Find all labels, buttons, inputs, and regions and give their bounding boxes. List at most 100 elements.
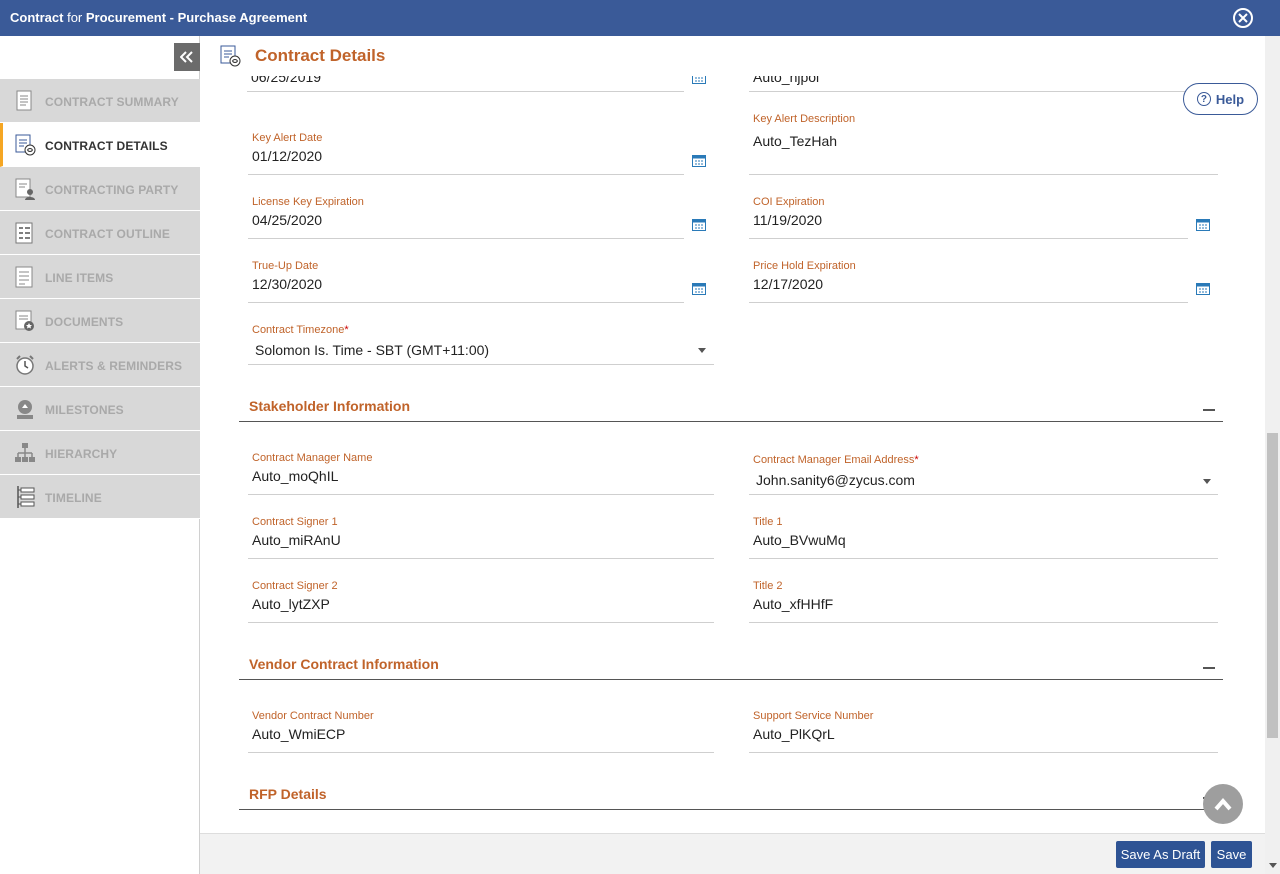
title-contract: Contract <box>10 10 64 25</box>
sidebar-item-milestones[interactable]: MILESTONES <box>0 387 200 431</box>
field-label: Title 1 <box>753 516 783 528</box>
field-underline <box>248 174 684 175</box>
contract-details-icon <box>220 45 241 67</box>
scroll-down-icon[interactable] <box>1269 863 1277 868</box>
document-icon <box>16 90 32 111</box>
field-value: Auto_xfHHfF <box>753 596 834 612</box>
person-document-icon <box>15 178 35 200</box>
contract-signer-2-field[interactable]: Contract Signer 2 Auto_lytZXP <box>248 580 714 623</box>
contract-manager-name-field[interactable]: Contract Manager Name Auto_moQhIL <box>248 452 714 495</box>
field-value: 04/25/2020 <box>252 212 323 228</box>
section-title-rfp: RFP Details <box>249 786 327 802</box>
collapse-vendor-icon[interactable] <box>1203 667 1215 669</box>
field-underline <box>248 558 714 559</box>
close-icon <box>1238 13 1248 23</box>
sidebar-item-timeline[interactable]: TIMELINE <box>0 475 200 519</box>
sidebar-item-contract-summary[interactable]: CONTRACT SUMMARY <box>0 79 200 123</box>
required-marker: * <box>914 454 919 466</box>
field-value: Solomon Is. Time - SBT (GMT+11:00) <box>255 342 490 358</box>
field-label: Contract Manager Name <box>252 452 373 464</box>
field-underline <box>749 752 1218 753</box>
window-titlebar: Contract for Procurement - Purchase Agre… <box>0 0 1280 36</box>
line-items-icon <box>15 266 33 288</box>
field-label: Price Hold Expiration <box>753 260 856 272</box>
contract-manager-email-select[interactable]: Contract Manager Email Address* John.san… <box>749 454 1218 495</box>
page-title: Contract Details <box>255 46 386 65</box>
save-as-draft-button[interactable]: Save As Draft <box>1116 841 1205 868</box>
field-label: Contract Manager Email Address* <box>753 454 919 466</box>
save-button[interactable]: Save <box>1211 841 1252 868</box>
timeline-icon <box>17 486 35 508</box>
contract-details-icon <box>15 134 36 156</box>
key-alert-date-field[interactable]: Key Alert Date 01/12/2020 <box>248 132 684 175</box>
field-underline <box>749 174 1218 175</box>
license-key-expiration-field[interactable]: License Key Expiration 04/25/2020 <box>248 196 684 239</box>
field-label: Key Alert Date <box>252 132 323 144</box>
title-1-field[interactable]: Title 1 Auto_BVwuMq <box>749 516 1218 559</box>
field-underline <box>248 752 714 753</box>
section-title-stakeholder: Stakeholder Information <box>249 398 411 414</box>
hierarchy-icon <box>15 443 35 462</box>
field-value: 12/17/2020 <box>753 276 824 292</box>
sidebar-item-label: DOCUMENTS <box>45 315 124 329</box>
close-button[interactable] <box>1233 8 1253 28</box>
sidebar-item-contract-outline[interactable]: CONTRACT OUTLINE <box>0 211 200 255</box>
contract-timezone-select[interactable]: Contract Timezone* Solomon Is. Time - SB… <box>248 324 714 365</box>
sidebar-item-line-items[interactable]: LINE ITEMS <box>0 255 200 299</box>
sidebar-item-documents[interactable]: DOCUMENTS <box>0 299 200 343</box>
chevron-down-icon <box>698 348 706 353</box>
field-underline <box>749 558 1218 559</box>
scrollbar-thumb[interactable] <box>1267 433 1278 738</box>
field-label: License Key Expiration <box>252 196 364 208</box>
true-up-date-field[interactable]: True-Up Date 12/30/2020 <box>248 260 684 303</box>
chevron-down-icon <box>1203 479 1211 484</box>
label-text: Contract Manager Email Address <box>753 454 915 466</box>
price-hold-expiration-field[interactable]: Price Hold Expiration 12/17/2020 <box>749 260 1188 303</box>
collapse-stakeholder-icon[interactable] <box>1203 409 1215 411</box>
help-button[interactable]: ? Help <box>1183 83 1258 115</box>
calendar-icon[interactable] <box>692 154 706 167</box>
sidebar-item-hierarchy[interactable]: HIERARCHY <box>0 431 200 475</box>
contract-signer-1-field[interactable]: Contract Signer 1 Auto_miRAnU <box>248 516 714 559</box>
question-icon: ? <box>1196 92 1211 106</box>
calendar-icon[interactable] <box>1196 282 1210 295</box>
main-scrollbar[interactable] <box>1265 36 1280 874</box>
field-value: Auto_BVwuMq <box>753 532 846 548</box>
title-for: for <box>67 10 83 25</box>
section-divider <box>239 809 1223 810</box>
calendar-icon[interactable] <box>692 282 706 295</box>
field-value: 11/19/2020 <box>753 212 823 228</box>
sidebar-item-label: CONTRACT DETAILS <box>45 139 168 153</box>
field-value: Auto_lytZXP <box>252 596 330 612</box>
sidebar-item-contract-details[interactable]: CONTRACT DETAILS <box>0 123 200 167</box>
milestone-icon <box>17 400 33 419</box>
sidebar-item-label: HIERARCHY <box>45 447 118 461</box>
double-chevron-left-icon <box>180 51 193 63</box>
field-underline <box>749 494 1218 495</box>
field-underline <box>749 238 1188 239</box>
title-contract-type: Procurement - Purchase Agreement <box>85 10 308 25</box>
support-service-number-field[interactable]: Support Service Number Auto_PlKQrL <box>749 710 1218 753</box>
sidebar-item-contracting-party[interactable]: CONTRACTING PARTY <box>0 167 200 211</box>
vendor-contract-number-field[interactable]: Vendor Contract Number Auto_WmiECP <box>248 710 714 753</box>
sidebar-item-label: CONTRACTING PARTY <box>45 183 179 197</box>
sidebar-item-label: CONTRACT OUTLINE <box>45 227 170 241</box>
field-value: John.sanity6@zycus.com <box>756 472 915 488</box>
collapse-sidebar-button[interactable] <box>174 43 200 71</box>
key-alert-description-field[interactable]: Key Alert Description Auto_TezHah <box>749 113 1218 175</box>
section-title-vendor: Vendor Contract Information <box>249 656 439 672</box>
scroll-to-top-button[interactable] <box>1203 784 1243 824</box>
field-underline <box>248 238 684 239</box>
field-value: Auto_miRAnU <box>252 532 341 548</box>
field-label: Title 2 <box>753 580 783 592</box>
calendar-icon[interactable] <box>1196 218 1210 231</box>
field-underline <box>248 622 714 623</box>
sidebar: CONTRACT SUMMARY CONTRACT DETAILS CONTRA… <box>0 36 200 874</box>
calendar-icon[interactable] <box>692 218 706 231</box>
title-2-field[interactable]: Title 2 Auto_xfHHfF <box>749 580 1218 623</box>
window-title: Contract for Procurement - Purchase Agre… <box>10 10 307 25</box>
field-value: Auto_TezHah <box>753 133 838 149</box>
coi-expiration-field[interactable]: COI Expiration 11/19/2020 <box>749 196 1188 239</box>
section-header: Contract Details <box>200 36 1265 76</box>
sidebar-item-alerts-reminders[interactable]: ALERTS & REMINDERS <box>0 343 200 387</box>
